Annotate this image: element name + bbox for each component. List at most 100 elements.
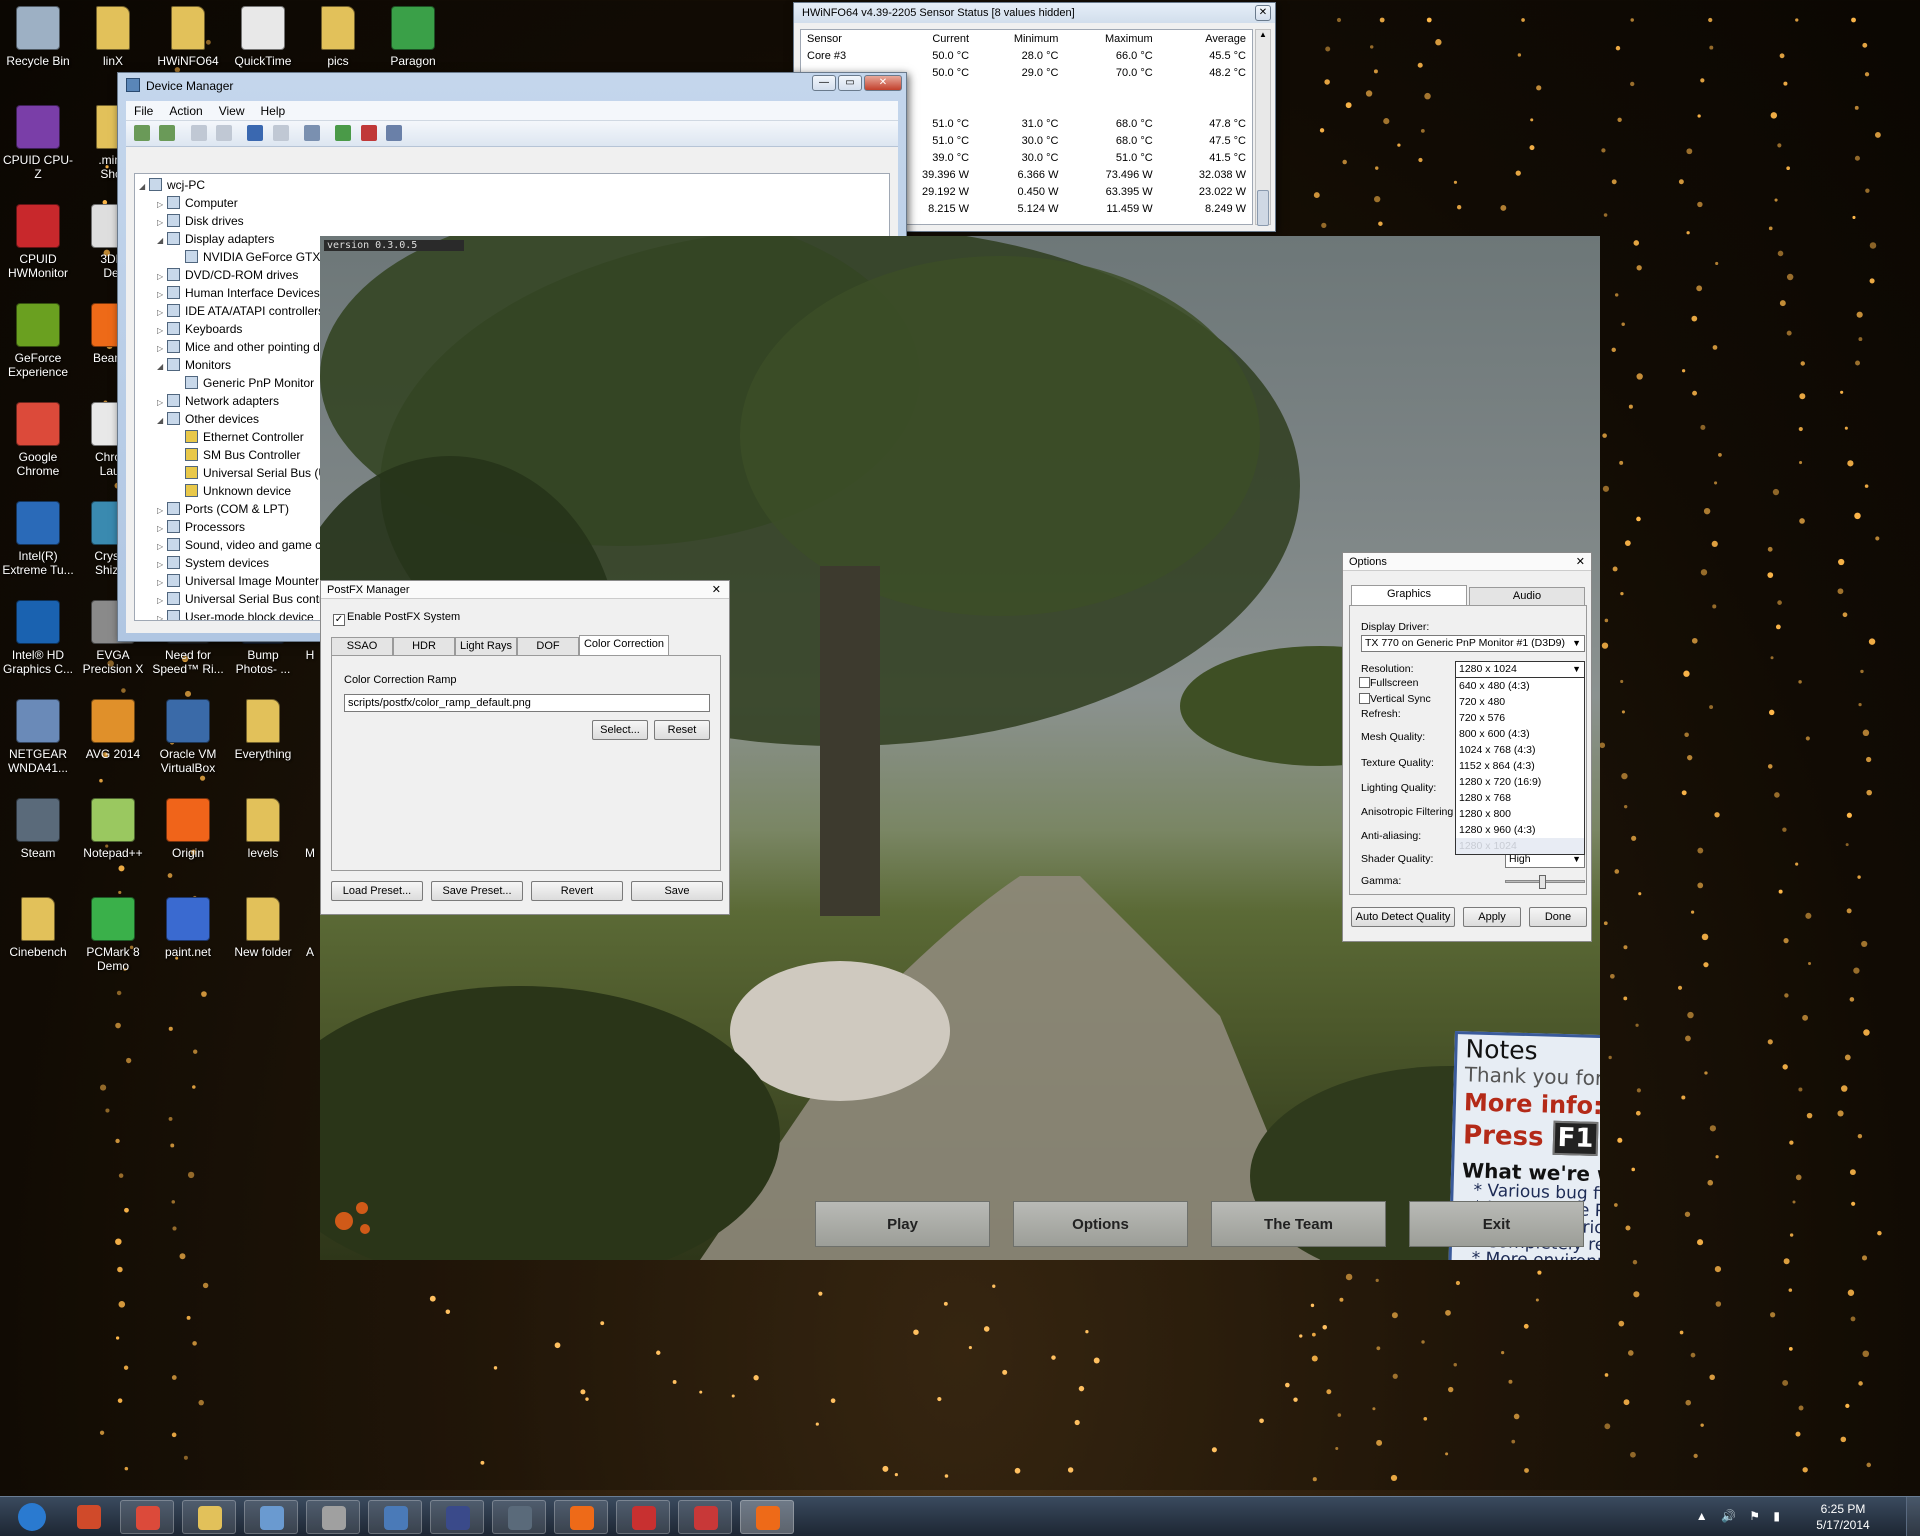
load-preset-button[interactable]: Load Preset...: [331, 881, 423, 901]
minimize-icon[interactable]: —: [812, 75, 836, 91]
desktop-icon[interactable]: Intel(R) Extreme Tu...: [0, 501, 76, 577]
desktop-icon[interactable]: CPUID CPU-Z: [0, 105, 76, 181]
close-icon[interactable]: ✕: [1255, 5, 1271, 21]
maximize-icon[interactable]: ▭: [838, 75, 862, 91]
dropdown-option[interactable]: 720 x 576: [1456, 710, 1584, 726]
menu-item[interactable]: Action: [161, 101, 210, 121]
tab-audio[interactable]: Audio: [1469, 587, 1585, 605]
taskbar-button[interactable]: [120, 1500, 174, 1534]
tab-ssao[interactable]: SSAO: [331, 637, 393, 655]
save-preset-button[interactable]: Save Preset...: [431, 881, 523, 901]
scroll-up-icon[interactable]: ▲: [1256, 30, 1270, 44]
update-driver-icon[interactable]: [335, 125, 352, 141]
taskbar-button[interactable]: [616, 1500, 670, 1534]
gamma-slider-thumb[interactable]: [1539, 875, 1546, 889]
tab-dof[interactable]: DOF: [517, 637, 579, 655]
desktop-icon[interactable]: pics: [300, 6, 376, 68]
fullscreen-checkbox[interactable]: Fullscreen: [1359, 677, 1418, 689]
dropdown-option[interactable]: 800 x 600 (4:3): [1456, 726, 1584, 742]
taskbar-button[interactable]: [492, 1500, 546, 1534]
checkbox-icon[interactable]: [1359, 693, 1370, 704]
checkbox-icon[interactable]: [1359, 677, 1370, 688]
desktop-icon-partial-label[interactable]: A: [300, 945, 320, 959]
taskbar-button[interactable]: [430, 1500, 484, 1534]
device-manager-titlebar[interactable]: Device Manager — ▭ ✕: [118, 73, 906, 99]
desktop-icon[interactable]: Intel® HD Graphics C...: [0, 600, 76, 676]
close-icon[interactable]: ✕: [1576, 553, 1585, 571]
dropdown-option[interactable]: 1280 x 1024: [1456, 838, 1584, 854]
desktop-icon[interactable]: Origin: [150, 798, 226, 860]
resolution-select[interactable]: 1280 x 1024 ▼: [1455, 661, 1585, 678]
desktop-icon[interactable]: QuickTime: [225, 6, 301, 68]
postfx-titlebar[interactable]: PostFX Manager ✕: [321, 581, 729, 599]
desktop-icon-partial-label[interactable]: H: [300, 648, 320, 662]
dropdown-option[interactable]: 1280 x 768: [1456, 790, 1584, 806]
menu-button-the-team[interactable]: The Team: [1211, 1201, 1386, 1247]
done-button[interactable]: Done: [1529, 907, 1587, 927]
show-desktop-button[interactable]: [1906, 1497, 1920, 1536]
taskbar-button[interactable]: [554, 1500, 608, 1534]
column-header[interactable]: Maximum: [1064, 30, 1158, 47]
desktop-icon[interactable]: levels: [225, 798, 301, 860]
desktop-icon[interactable]: HWiNFO64: [150, 6, 226, 68]
scrollbar-thumb[interactable]: [1257, 190, 1269, 226]
scan-hardware-icon[interactable]: [304, 125, 321, 141]
uninstall-icon[interactable]: [360, 125, 377, 141]
revert-button[interactable]: Revert: [531, 881, 623, 901]
table-row[interactable]: Core #3 50.0 °C 28.0 °C 66.0 °C 45.5 °C: [801, 47, 1252, 64]
help-icon[interactable]: [247, 125, 264, 141]
gamma-slider[interactable]: [1505, 875, 1585, 889]
network-icon[interactable]: ▮: [1773, 1509, 1780, 1523]
desktop-icon[interactable]: NETGEAR WNDA41...: [0, 699, 76, 775]
checkbox-checked-icon[interactable]: ✓: [333, 614, 345, 626]
taskbar-button[interactable]: [62, 1500, 116, 1534]
back-arrow-icon[interactable]: [134, 125, 150, 141]
disable-icon[interactable]: [386, 125, 403, 141]
desktop-icon[interactable]: PCMark 8 Demo: [75, 897, 151, 973]
dropdown-option[interactable]: 720 x 480: [1456, 694, 1584, 710]
desktop-icon[interactable]: CPUID HWMonitor: [0, 204, 76, 280]
desktop-icon[interactable]: Notepad++: [75, 798, 151, 860]
taskbar-button[interactable]: [10, 1500, 54, 1534]
desktop-icon[interactable]: Recycle Bin: [0, 6, 76, 68]
tree-node[interactable]: ▷ Disk drives: [135, 212, 889, 230]
volume-icon[interactable]: 🔊: [1721, 1509, 1736, 1523]
column-header[interactable]: Current: [882, 30, 975, 47]
properties-icon[interactable]: [216, 125, 233, 141]
dropdown-option[interactable]: 1280 x 720 (16:9): [1456, 774, 1584, 790]
taskbar-button[interactable]: [740, 1500, 794, 1534]
save-button[interactable]: Save: [631, 881, 723, 901]
dropdown-option[interactable]: 1280 x 800: [1456, 806, 1584, 822]
vsync-checkbox[interactable]: Vertical Sync: [1359, 693, 1431, 705]
view-icon[interactable]: [272, 125, 289, 141]
column-header[interactable]: Minimum: [975, 30, 1064, 47]
dropdown-option[interactable]: 1024 x 768 (4:3): [1456, 742, 1584, 758]
ramp-path-input[interactable]: scripts/postfx/color_ramp_default.png: [344, 694, 710, 712]
taskbar-button[interactable]: [182, 1500, 236, 1534]
show-hide-tree-icon[interactable]: [190, 125, 207, 141]
options-titlebar[interactable]: Options ✕: [1343, 553, 1591, 571]
taskbar-button[interactable]: [244, 1500, 298, 1534]
close-icon[interactable]: ✕: [712, 581, 721, 599]
taskbar-button[interactable]: [368, 1500, 422, 1534]
taskbar-button[interactable]: [306, 1500, 360, 1534]
tab-hdr[interactable]: HDR: [393, 637, 455, 655]
tree-expander-icon[interactable]: ▷: [157, 610, 167, 620]
menu-button-play[interactable]: Play: [815, 1201, 990, 1247]
desktop-icon[interactable]: Cinebench: [0, 897, 76, 959]
action-center-icon[interactable]: ⚑: [1749, 1509, 1760, 1523]
desktop-icon[interactable]: AVG 2014: [75, 699, 151, 761]
tree-node[interactable]: ▷ Computer: [135, 194, 889, 212]
dropdown-option[interactable]: 640 x 480 (4:3): [1456, 678, 1584, 694]
menu-button-exit[interactable]: Exit: [1409, 1201, 1584, 1247]
taskbar-button[interactable]: [678, 1500, 732, 1534]
desktop-icon[interactable]: Steam: [0, 798, 76, 860]
apply-button[interactable]: Apply: [1463, 907, 1521, 927]
tab-color-correction[interactable]: Color Correction: [579, 635, 669, 655]
tab-graphics[interactable]: Graphics: [1351, 585, 1467, 605]
display-driver-select[interactable]: TX 770 on Generic PnP Monitor #1 (D3D9) ▼: [1361, 635, 1585, 652]
desktop-icon[interactable]: paint.net: [150, 897, 226, 959]
desktop-icon[interactable]: Google Chrome: [0, 402, 76, 478]
desktop-icon[interactable]: Oracle VM VirtualBox: [150, 699, 226, 775]
dropdown-option[interactable]: 1152 x 864 (4:3): [1456, 758, 1584, 774]
